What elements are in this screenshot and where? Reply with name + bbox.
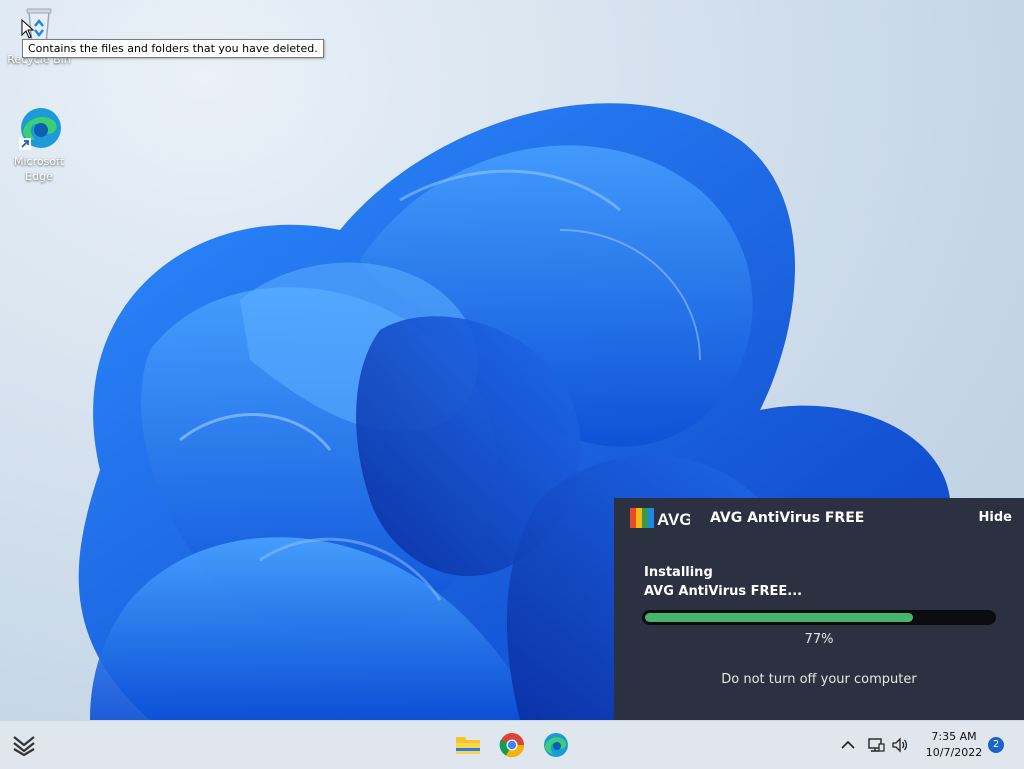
chrome-button[interactable] — [496, 729, 528, 761]
edge-icon — [15, 104, 63, 152]
network-icon[interactable] — [866, 735, 886, 755]
desktop-icon-microsoft-edge[interactable]: Microsoft Edge — [4, 104, 74, 184]
clock-date: 10/7/2022 — [925, 746, 983, 759]
avg-logo: AVG — [630, 506, 693, 530]
edge-label: Microsoft Edge — [13, 155, 65, 183]
chevron-up-icon[interactable] — [838, 735, 858, 755]
mouse-cursor-icon — [21, 19, 35, 39]
chrome-icon — [499, 733, 524, 758]
taskbar-clock[interactable]: 7:35 AM 10/7/2022 — [914, 729, 994, 761]
taskbar: 7:35 AM 10/7/2022 2 — [0, 720, 1024, 769]
avg-header: AVG AVG AntiVirus FREE Hide — [614, 498, 1024, 538]
widgets-button[interactable] — [8, 729, 40, 761]
avg-progress-bar — [642, 610, 996, 625]
avg-status-line2: AVG AntiVirus FREE... — [644, 584, 803, 599]
avg-install-panel: AVG AVG AntiVirus FREE Hide Installing A… — [614, 498, 1024, 720]
notification-badge[interactable]: 2 — [988, 737, 1004, 753]
file-explorer-icon — [456, 737, 480, 754]
avg-title: AVG AntiVirus FREE — [710, 510, 865, 526]
avg-progress-percent: 77% — [804, 632, 834, 647]
avg-warning-text: Do not turn off your computer — [721, 672, 917, 687]
file-explorer-button[interactable] — [452, 729, 484, 761]
widgets-icon — [13, 736, 35, 756]
edge-taskbar-button[interactable] — [540, 729, 572, 761]
avg-status-line1: Installing — [644, 565, 713, 580]
recycle-bin-tooltip: Contains the files and folders that you … — [22, 39, 324, 58]
avg-progress-fill — [645, 613, 913, 622]
edge-icon — [544, 733, 568, 757]
volume-icon[interactable] — [890, 735, 910, 755]
svg-text:AVG: AVG — [657, 510, 690, 529]
avg-hide-button[interactable]: Hide — [979, 510, 1012, 525]
clock-time: 7:35 AM — [931, 730, 977, 743]
avg-body: Installing AVG AntiVirus FREE... 77% Do … — [614, 538, 1024, 720]
